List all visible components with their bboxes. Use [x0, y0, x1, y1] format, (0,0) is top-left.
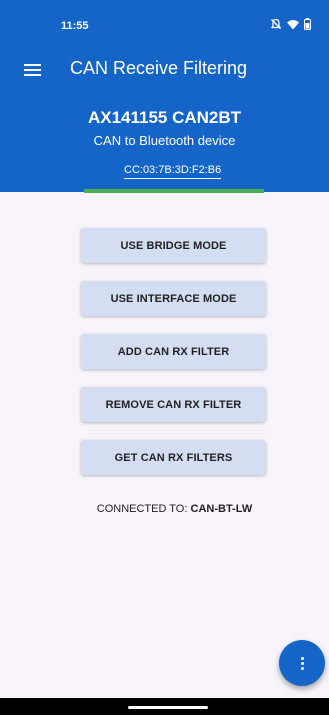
device-name: AX141155 CAN2BT — [87, 108, 242, 127]
connection-label: CONNECTED TO: — [96, 503, 188, 515]
status-icons — [270, 18, 311, 30]
device-mac-address: CC:03:7B:3D:F2:B6 — [124, 164, 222, 179]
app-header: 11:55 CAN Receive Filtering AX141155 CAN… — [0, 0, 329, 192]
home-gesture-handle[interactable] — [128, 706, 208, 709]
use-bridge-mode-button[interactable]: USE BRIDGE MODE — [81, 228, 266, 263]
battery-icon — [304, 18, 311, 30]
wifi-icon — [287, 19, 299, 29]
device-description: CAN to Bluetooth device — [93, 133, 236, 148]
add-can-rx-filter-button[interactable]: ADD CAN RX FILTER — [81, 334, 266, 369]
status-time: 11:55 — [61, 20, 89, 32]
more-options-fab[interactable] — [279, 640, 325, 686]
get-can-rx-filters-button[interactable]: GET CAN RX FILTERS — [81, 440, 266, 475]
hamburger-menu-icon[interactable] — [24, 62, 41, 78]
connected-device-name: CAN-BT-LW — [190, 503, 253, 515]
use-interface-mode-button[interactable]: USE INTERFACE MODE — [81, 281, 266, 316]
app-title: CAN Receive Filtering — [70, 58, 248, 78]
more-vert-icon — [300, 656, 304, 660]
mute-icon — [270, 18, 282, 29]
connection-progress-bar — [84, 189, 264, 193]
connection-status: CONNECTED TO: CAN-BT-LW — [0, 503, 329, 515]
remove-can-rx-filter-button[interactable]: REMOVE CAN RX FILTER — [81, 387, 266, 422]
